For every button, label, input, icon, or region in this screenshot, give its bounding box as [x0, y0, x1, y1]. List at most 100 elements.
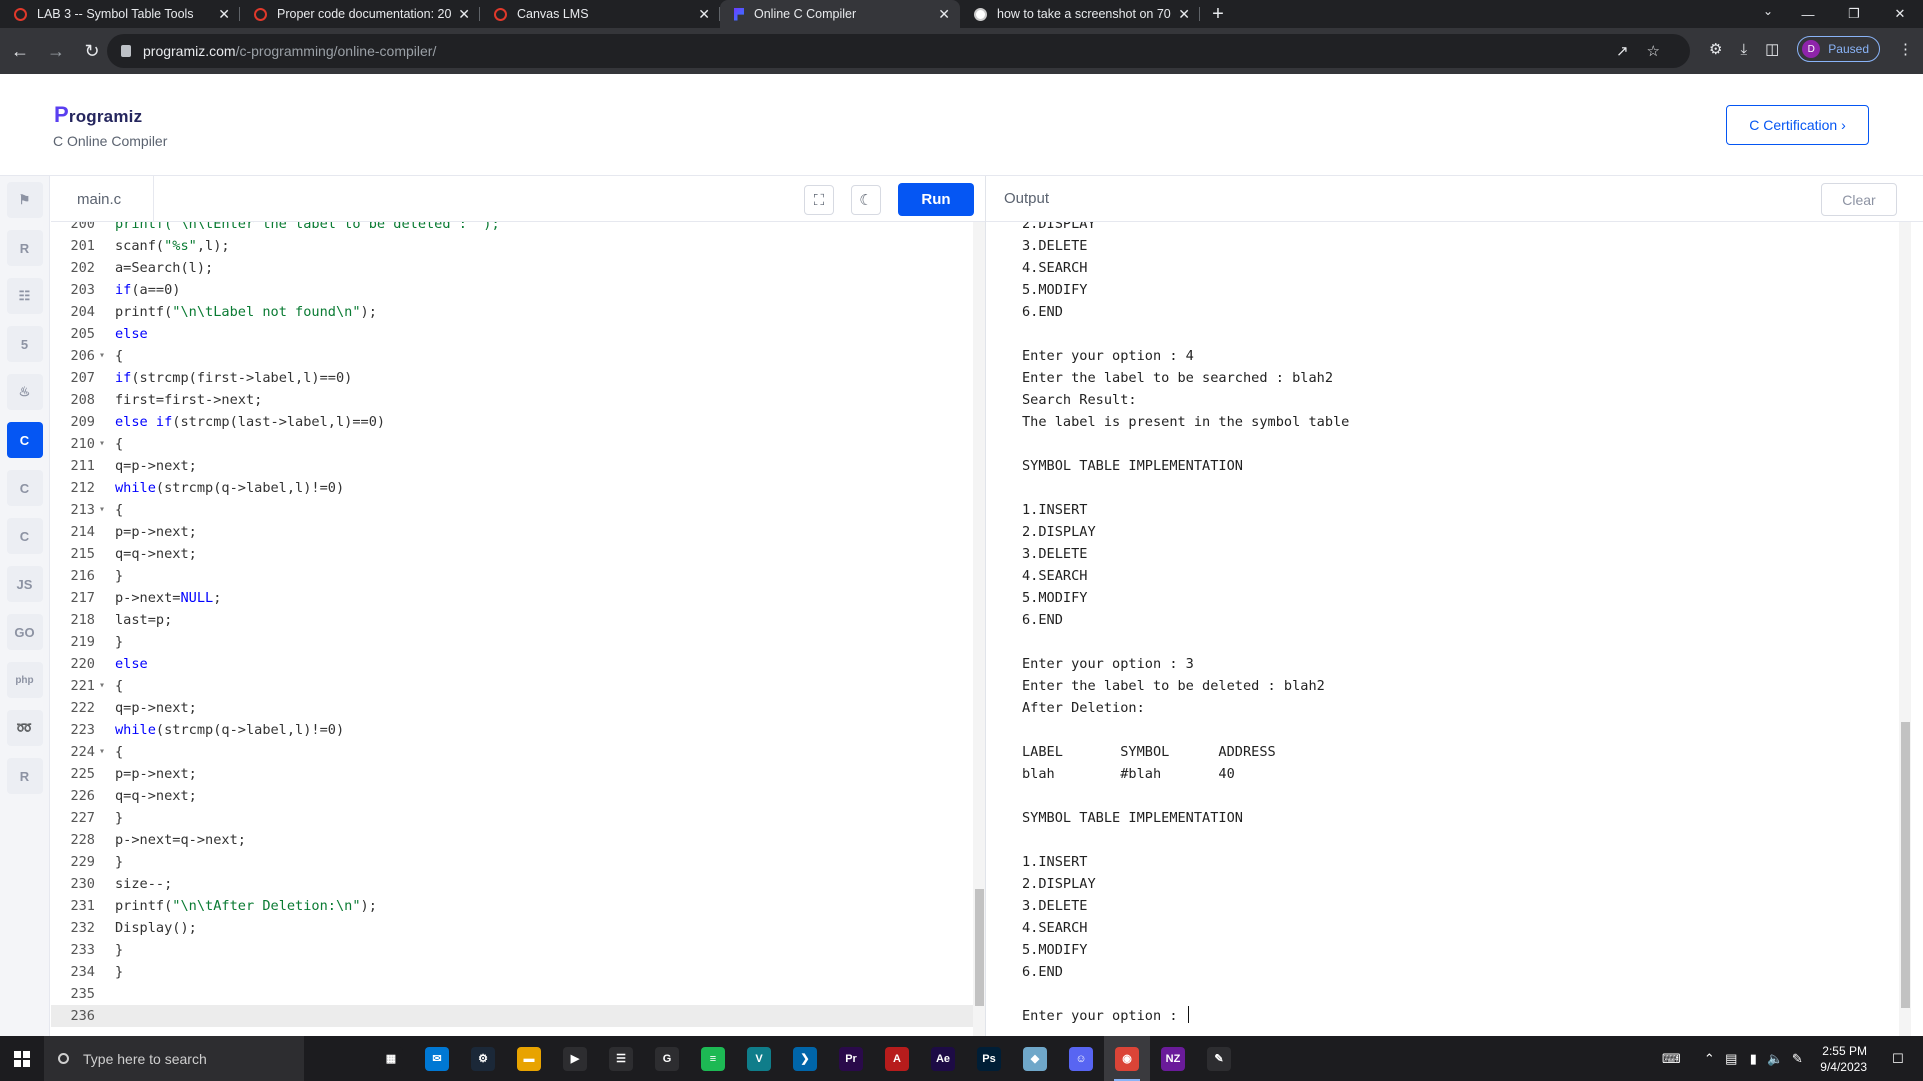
- fold-arrow-icon[interactable]: ▾: [99, 433, 115, 455]
- download-icon[interactable]: ⤓: [1740, 41, 1747, 58]
- tab-separator: [1199, 7, 1200, 21]
- keyboard-icon[interactable]: ⌨: [1660, 1051, 1682, 1067]
- file-tab-main-c[interactable]: main.c: [51, 176, 154, 222]
- volume-icon[interactable]: 🔈: [1764, 1051, 1786, 1067]
- forward-icon[interactable]: →: [40, 41, 72, 62]
- fold-arrow-icon[interactable]: ▾: [99, 741, 115, 763]
- restore-icon[interactable]: ❐: [1831, 0, 1877, 28]
- browser-tab[interactable]: Proper code documentation: 202 ✕: [240, 0, 480, 28]
- file-explorer-taskbar-button[interactable]: ▬: [506, 1036, 552, 1081]
- java-icon[interactable]: ♨: [6, 374, 43, 410]
- photoshop-taskbar-button[interactable]: Ps: [966, 1036, 1012, 1081]
- task-view-taskbar-button[interactable]: ▦: [368, 1036, 414, 1081]
- code-token: (strcmp(q->label,l)!=0): [155, 722, 345, 738]
- autodesk-taskbar-button[interactable]: A: [874, 1036, 920, 1081]
- fold-arrow-icon[interactable]: ▾: [99, 675, 115, 697]
- back-icon[interactable]: ←: [4, 41, 36, 62]
- spotify-taskbar-button[interactable]: ≡: [690, 1036, 736, 1081]
- csharp-icon[interactable]: C: [6, 518, 43, 554]
- python-icon[interactable]: ⚑: [6, 182, 43, 218]
- tray-chevron-icon[interactable]: ⌃: [1698, 1051, 1720, 1067]
- run-button[interactable]: Run: [898, 183, 974, 216]
- media-player-taskbar-button[interactable]: ▶: [552, 1036, 598, 1081]
- output-scrollbar[interactable]: [1899, 222, 1911, 1036]
- code-token: (strcmp(last->label,l)==0): [172, 414, 386, 430]
- fold-arrow-icon[interactable]: ▾: [99, 499, 115, 521]
- dark-mode-icon[interactable]: ☾: [851, 185, 881, 215]
- c-icon[interactable]: C: [6, 422, 43, 458]
- code-token: while: [115, 480, 156, 496]
- mail-taskbar-button[interactable]: ✉: [414, 1036, 460, 1081]
- browser-tab[interactable]: Online C Compiler ✕: [720, 0, 960, 28]
- programiz-logo[interactable]: Programiz: [54, 102, 142, 128]
- html-icon[interactable]: 5: [6, 326, 43, 362]
- code-token: printf("\n\tEnter the label to be delete…: [115, 222, 500, 232]
- lock-icon[interactable]: [121, 45, 131, 57]
- windows-start-icon[interactable]: [0, 1036, 44, 1081]
- code-editor[interactable]: 200 printf("\n\tEnter the label to be del…: [51, 222, 985, 1036]
- fold-arrow-icon[interactable]: ▾: [99, 345, 115, 367]
- after-effects-taskbar-button[interactable]: Ae: [920, 1036, 966, 1081]
- share-icon[interactable]: ↗: [1616, 42, 1629, 60]
- editor-scrollbar[interactable]: [973, 222, 985, 1036]
- minimize-icon[interactable]: —: [1785, 0, 1831, 28]
- vscode-taskbar-button[interactable]: ❯: [782, 1036, 828, 1081]
- steam-taskbar-button[interactable]: ⚙: [460, 1036, 506, 1081]
- php-icon[interactable]: php: [6, 662, 43, 698]
- side-panel-icon[interactable]: ◫: [1765, 40, 1779, 58]
- clear-button[interactable]: Clear: [1821, 183, 1897, 216]
- output-scrollbar-thumb[interactable]: [1901, 722, 1910, 1008]
- js-icon[interactable]: JS: [6, 566, 43, 602]
- pen-icon[interactable]: ✎: [1786, 1051, 1808, 1067]
- address-bar[interactable]: programiz.com/c-programming/online-compi…: [107, 34, 1690, 68]
- bookmark-star-icon[interactable]: ☆: [1647, 42, 1660, 60]
- close-tab-icon[interactable]: ✕: [938, 6, 950, 23]
- new-tab-button[interactable]: +: [1204, 0, 1232, 28]
- swift-icon[interactable]: ➿: [6, 710, 43, 746]
- network-icon[interactable]: ▤: [1720, 1051, 1742, 1067]
- go-icon[interactable]: GO: [6, 614, 43, 650]
- taskbar-search[interactable]: Type here to search: [44, 1036, 304, 1081]
- chrome-taskbar-button[interactable]: ◉: [1104, 1036, 1150, 1081]
- vm-taskbar-button[interactable]: V: [736, 1036, 782, 1081]
- close-tab-icon[interactable]: ✕: [458, 6, 470, 23]
- browser-tab[interactable]: LAB 3 -- Symbol Table Tools ✕: [0, 0, 240, 28]
- cpp-icon[interactable]: C: [6, 470, 43, 506]
- certification-button[interactable]: C Certification ›: [1726, 105, 1869, 145]
- battery-icon[interactable]: ▮: [1742, 1051, 1764, 1067]
- code-line: 208 first=first->next;: [51, 389, 985, 411]
- close-tab-icon[interactable]: ✕: [1178, 6, 1190, 23]
- close-tab-icon[interactable]: ✕: [218, 6, 230, 23]
- line-number: 225: [70, 766, 95, 782]
- discord-taskbar-button[interactable]: ☺: [1058, 1036, 1104, 1081]
- taskbar-clock[interactable]: 2:55 PM 9/4/2023: [1820, 1043, 1867, 1075]
- editor-scrollbar-thumb[interactable]: [975, 889, 984, 1006]
- rust-icon[interactable]: R: [6, 758, 43, 794]
- profile-button[interactable]: D Paused: [1797, 36, 1880, 62]
- premiere-taskbar-button[interactable]: Pr: [828, 1036, 874, 1081]
- menu-kebab-icon[interactable]: ⋮: [1898, 40, 1913, 58]
- output-console[interactable]: 2.DISPLAY 3.DELETE 4.SEARCH 5.MODIFY 6.END En…: [986, 222, 1923, 1036]
- nzxt-taskbar-button[interactable]: NZ: [1150, 1036, 1196, 1081]
- clock-time: 2:55 PM: [1822, 1043, 1867, 1058]
- extensions-icon[interactable]: ⚙: [1709, 40, 1722, 58]
- code-token: if: [115, 282, 132, 298]
- paint-taskbar-button[interactable]: ✎: [1196, 1036, 1242, 1081]
- tab-search-icon[interactable]: ⌄: [1763, 4, 1773, 18]
- github-taskbar-button[interactable]: G: [644, 1036, 690, 1081]
- close-window-icon[interactable]: ✕: [1877, 0, 1923, 28]
- r-icon[interactable]: R: [6, 230, 43, 266]
- notifications-icon[interactable]: ☐: [1887, 1051, 1909, 1067]
- close-tab-icon[interactable]: ✕: [698, 6, 710, 23]
- line-number: 232: [70, 920, 95, 936]
- notes-taskbar-button[interactable]: ☰: [598, 1036, 644, 1081]
- browser-tab[interactable]: Canvas LMS ✕: [480, 0, 720, 28]
- sticky-taskbar-button[interactable]: ◆: [1012, 1036, 1058, 1081]
- fullscreen-icon[interactable]: ⛶: [804, 185, 834, 215]
- reload-icon[interactable]: ↻: [76, 41, 108, 62]
- browser-tab[interactable]: how to take a screenshot on 70 i ✕: [960, 0, 1200, 28]
- browser-toolbar: ← → ↻ programiz.com/c-programming/online…: [0, 28, 1923, 74]
- sql-icon[interactable]: ☷: [6, 278, 43, 314]
